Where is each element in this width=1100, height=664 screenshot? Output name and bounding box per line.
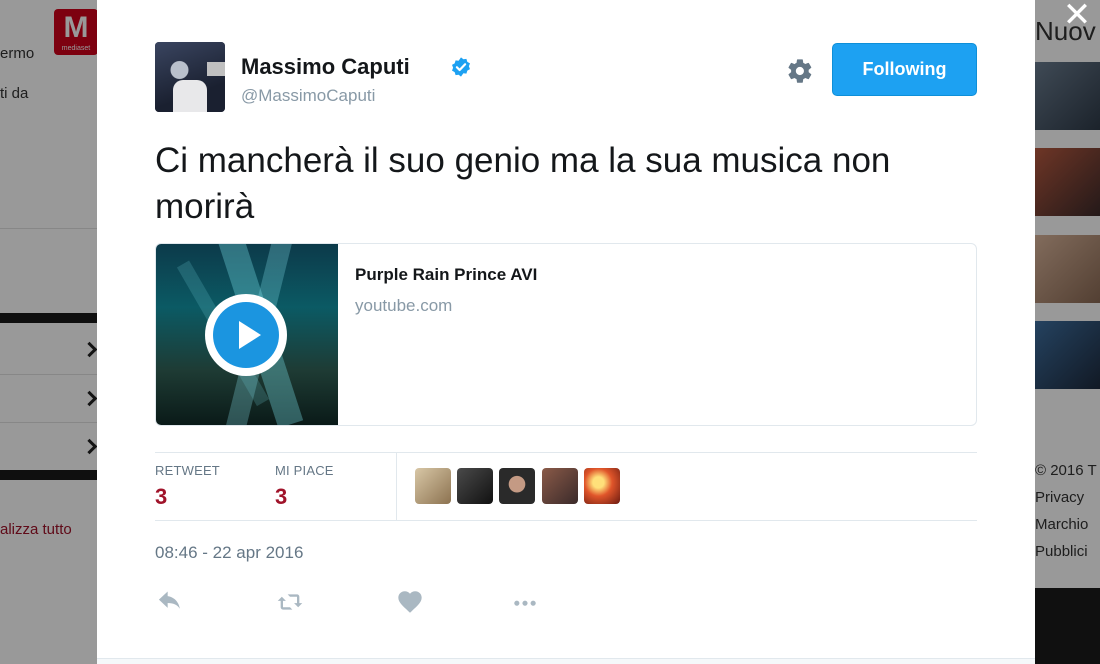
- footer-link-advertising[interactable]: Pubblici: [1035, 543, 1088, 560]
- divider: [0, 422, 97, 423]
- divider: [155, 452, 977, 453]
- avatar[interactable]: [155, 42, 225, 112]
- author-display-name[interactable]: Massimo Caputi: [241, 54, 410, 80]
- chevron-right-icon[interactable]: [81, 341, 98, 358]
- video-thumbnail[interactable]: [156, 244, 338, 425]
- bg-text-line-2: ti da: [0, 85, 29, 102]
- tweet-modal: Massimo Caputi @MassimoCaputi Following …: [97, 0, 1035, 664]
- likes-label: MI PIACE: [275, 463, 334, 478]
- verified-badge-icon: [452, 57, 470, 77]
- card-domain: youtube.com: [355, 296, 453, 315]
- heart-icon[interactable]: [395, 588, 425, 616]
- chevron-right-icon[interactable]: [81, 438, 98, 455]
- liker-avatar[interactable]: [415, 468, 451, 504]
- background-page-left: M mediaset ermo ti da alizza tutto: [0, 0, 98, 664]
- news-thumbnail[interactable]: [1035, 235, 1100, 303]
- link-card[interactable]: Purple Rain Prince AVI youtube.com: [155, 243, 977, 426]
- card-title[interactable]: Purple Rain Prince AVI: [355, 265, 537, 285]
- tweet-text: Ci mancherà il suo genio ma la sua music…: [155, 141, 891, 226]
- news-thumbnail[interactable]: [1035, 321, 1100, 389]
- divider: [396, 453, 397, 520]
- modal-footer-edge: [97, 658, 1035, 664]
- close-icon[interactable]: ✕: [1060, 0, 1094, 32]
- retweets-count[interactable]: 3: [155, 484, 167, 510]
- bg-text-line-1: ermo: [0, 45, 35, 62]
- liker-avatar[interactable]: [499, 468, 535, 504]
- divider: [0, 228, 97, 229]
- retweets-label: RETWEET: [155, 463, 220, 478]
- more-icon[interactable]: [510, 588, 540, 616]
- divider: [0, 374, 97, 375]
- following-button[interactable]: Following: [832, 43, 977, 96]
- liker-avatar[interactable]: [584, 468, 620, 504]
- author-handle[interactable]: @MassimoCaputi: [241, 86, 375, 106]
- tweet-timestamp[interactable]: 08:46 - 22 apr 2016: [155, 543, 303, 563]
- news-thumbnail[interactable]: [1035, 148, 1100, 216]
- view-all-link[interactable]: alizza tutto: [0, 521, 72, 538]
- footer-copyright: © 2016 T: [1035, 462, 1097, 479]
- divider: [155, 520, 977, 521]
- retweet-icon[interactable]: [275, 588, 305, 616]
- news-thumbnail[interactable]: [1035, 62, 1100, 130]
- play-icon[interactable]: [205, 294, 287, 376]
- gear-icon[interactable]: [786, 57, 814, 85]
- chevron-right-icon[interactable]: [81, 390, 98, 407]
- likes-count[interactable]: 3: [275, 484, 287, 510]
- liker-avatar[interactable]: [457, 468, 493, 504]
- footer-link-trademark[interactable]: Marchio: [1035, 516, 1088, 533]
- dark-bar: [0, 313, 97, 323]
- footer-link-privacy[interactable]: Privacy: [1035, 489, 1084, 506]
- reply-icon[interactable]: [155, 588, 185, 616]
- dark-bar: [0, 470, 97, 480]
- dark-footer-block: [1035, 588, 1100, 664]
- liker-avatar[interactable]: [542, 468, 578, 504]
- site-logo[interactable]: M mediaset: [54, 9, 98, 55]
